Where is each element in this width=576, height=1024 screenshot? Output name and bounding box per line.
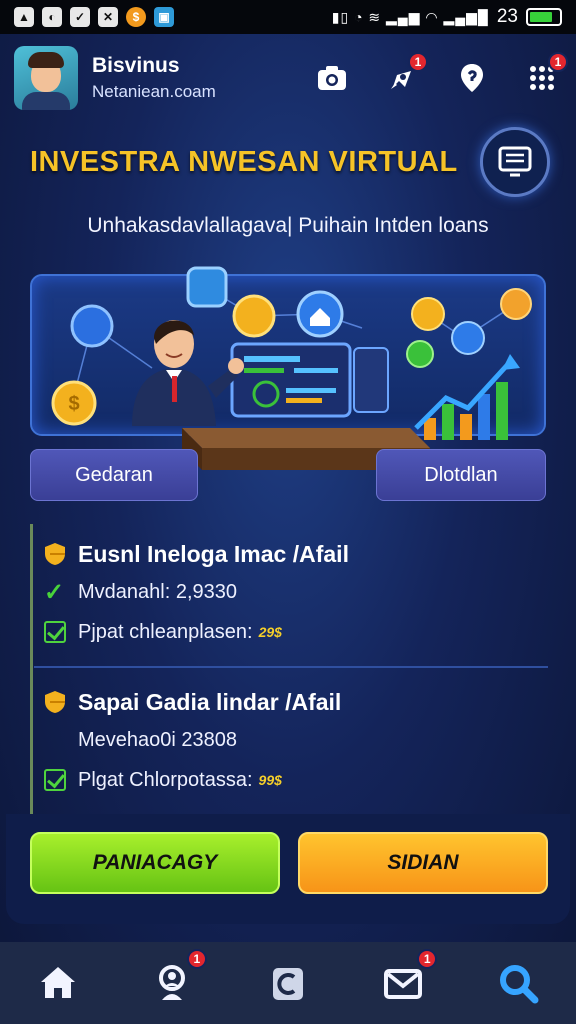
- camera-button[interactable]: [312, 58, 352, 98]
- tools-node-icon: [500, 288, 532, 320]
- green-coin-icon: [406, 340, 434, 368]
- signal-icons: ▮▯ ◔ ≋ ▂▄▆ ◠ ▂▄▆█: [331, 8, 489, 25]
- offer-value: 29$: [258, 624, 282, 640]
- offer-value: 99$: [258, 772, 282, 788]
- investor-figure: [132, 320, 244, 426]
- status-notification-icons: ▲ ◐ ✓ ✕ $ ▣: [14, 7, 174, 27]
- checkbox-icon[interactable]: [44, 621, 66, 643]
- camera-icon: [318, 66, 346, 90]
- offer-title: Sapai Gadia lindar /Afail: [78, 688, 342, 715]
- gold-coin-icon: [232, 294, 276, 338]
- dashboard-button[interactable]: [480, 127, 550, 197]
- checkbox-icon[interactable]: [44, 769, 66, 791]
- shield-icon: [45, 691, 65, 713]
- analytics-node-icon: [451, 321, 485, 355]
- nav-profile-search[interactable]: 1: [145, 949, 207, 1011]
- offer-detail: Mevehao0i 23808: [78, 728, 238, 751]
- nav-search[interactable]: [490, 955, 546, 1011]
- crypto-node-icon: [70, 304, 114, 348]
- wallet-icon: [272, 968, 303, 1000]
- menu-badge: 1: [548, 52, 568, 72]
- page-title: INVESTRA NWESAN VIRTUAL: [30, 145, 458, 178]
- chart-node-icon: [186, 266, 228, 308]
- dollar-coin-icon: [411, 297, 445, 331]
- offer-title: Eusnl Ineloga Imac /Afail: [78, 540, 349, 567]
- location-button[interactable]: [452, 58, 492, 98]
- offer-check-label: Pjpat chleanplasen:: [78, 620, 253, 643]
- offer-detail: Mvdanahl: 2,9330: [78, 580, 238, 603]
- offer-check-label: Plgat Chlorpotassa:: [78, 768, 253, 791]
- location-pin-icon: [461, 64, 483, 92]
- offers-accent-line: [30, 524, 33, 814]
- page-subtitle: Unhakasdavlallagava| Puihain Intden loan…: [87, 214, 489, 237]
- shield-icon: [45, 543, 65, 565]
- photo-icon: ▣: [154, 7, 174, 27]
- offers-list: Eusnl Ineloga Imac /Afail ✓ Mvdanahl: 2,…: [28, 524, 550, 814]
- coin-icon: $: [126, 7, 146, 27]
- monitor-icon: [498, 146, 532, 177]
- secondary-action-button[interactable]: SIDIAN: [298, 832, 548, 894]
- app-icon: ◐: [42, 7, 62, 27]
- search-icon: [500, 965, 539, 1004]
- nav-home[interactable]: [30, 955, 86, 1011]
- profile-search-icon: [158, 965, 185, 1000]
- image-icon: ▲: [14, 7, 34, 27]
- hero-right-button[interactable]: Dlotdlan: [376, 449, 546, 501]
- primary-action-button[interactable]: PANIACAGY: [30, 832, 280, 894]
- rocket-badge: 1: [408, 52, 428, 72]
- battery-icon: [526, 8, 562, 26]
- home-icon: [40, 967, 75, 998]
- menu-button[interactable]: 1: [522, 52, 568, 98]
- svg-text:$: $: [68, 393, 79, 415]
- app-header: Bisvinus Netaniean.coam 1 1: [14, 40, 568, 116]
- profile-badge: 1: [186, 949, 207, 969]
- hero-left-button[interactable]: Gedaran: [30, 449, 198, 501]
- growth-chart-icon: [414, 354, 520, 440]
- offer-card[interactable]: Eusnl Ineloga Imac /Afail ✓ Mvdanahl: 2,…: [44, 536, 550, 652]
- check-icon: ✓: [70, 7, 90, 27]
- mail-icon: [384, 969, 423, 999]
- avatar[interactable]: [14, 46, 78, 110]
- offer-card[interactable]: Sapai Gadia lindar /Afail Mevehao0i 2380…: [44, 684, 550, 800]
- offers-divider: [34, 666, 548, 668]
- mail-badge: 1: [417, 949, 438, 969]
- status-bar: ▲ ◐ ✓ ✕ $ ▣ ▮▯ ◔ ≋ ▂▄▆ ◠ ▂▄▆█ 23: [0, 0, 576, 34]
- bottom-navigation: 1 1: [0, 942, 576, 1024]
- monitor-screen: [230, 342, 352, 418]
- nav-wallet[interactable]: [260, 955, 316, 1011]
- user-name: Bisvinus: [92, 54, 180, 77]
- tablet-screen: [353, 347, 389, 413]
- nav-messages[interactable]: 1: [375, 949, 438, 1011]
- tools-icon: ✕: [98, 7, 118, 27]
- hero-banner: $: [30, 266, 546, 470]
- user-info: Bisvinus Netaniean.coam: [92, 54, 216, 102]
- status-time: 23: [496, 6, 518, 27]
- checkmark-icon: ✓: [44, 578, 65, 606]
- user-email: Netaniean.coam: [92, 82, 216, 101]
- rocket-button[interactable]: 1: [382, 52, 428, 98]
